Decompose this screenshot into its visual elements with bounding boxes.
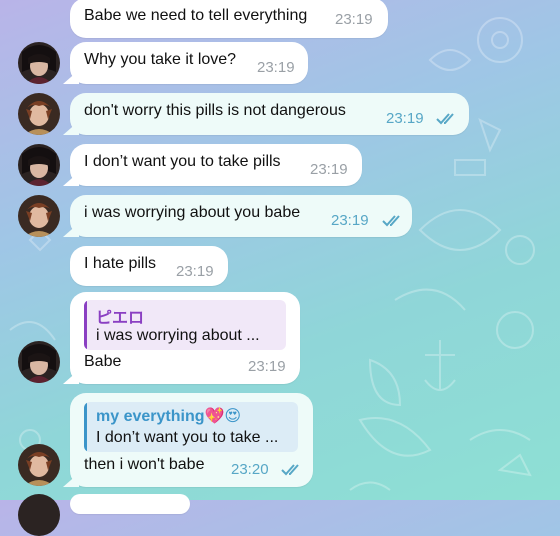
message-bubble[interactable]: I don’t want you to take pills 23:19 [70, 144, 362, 186]
reply-quote-text: i was worrying about ... [96, 327, 260, 344]
reply-quote-bar [84, 402, 87, 452]
avatar[interactable] [18, 341, 60, 383]
reply-quote-bar [84, 300, 87, 350]
message-bubble[interactable]: Why you take it love? 23:19 [70, 42, 308, 84]
message-time: 23:19 [248, 358, 286, 375]
message-text: Why you take it love? [84, 51, 237, 68]
message-text: I hate pills [84, 255, 157, 272]
reply-quote[interactable]: my everything💖😍 I don’t want you to take… [84, 402, 298, 452]
message-bubble[interactable]: i was worrying about you babe 23:19 [70, 195, 412, 237]
message-text: Babe [84, 353, 122, 370]
message-bubble[interactable]: don't worry this pills is not dangerous … [70, 93, 469, 135]
message-bubble[interactable]: Babe we need to tell everything 23:19 [70, 0, 388, 38]
message-bubble[interactable]: ピエロ i was worrying about ... Babe 23:19 [70, 292, 300, 384]
message-time: 23:19 [257, 59, 295, 76]
avatar[interactable] [18, 444, 60, 486]
avatar[interactable] [18, 93, 60, 135]
message-time: 23:19 [331, 212, 369, 229]
message-bubble[interactable]: I hate pills 23:19 [70, 246, 228, 286]
avatar[interactable] [18, 494, 60, 536]
message-text: don't worry this pills is not dangerous [84, 102, 346, 119]
message-time: 23:19 [310, 161, 348, 178]
double-check-icon [382, 215, 400, 227]
message-text: i was worrying about you babe [84, 204, 301, 221]
message-time: 23:19 [335, 11, 373, 28]
message-bubble[interactable] [70, 494, 190, 514]
reply-sender-name: my everything💖😍 [96, 408, 242, 425]
message-text: Babe we need to tell everything [84, 7, 308, 24]
message-text: I don’t want you to take pills [84, 153, 281, 170]
avatar[interactable] [18, 144, 60, 186]
avatar[interactable] [18, 42, 60, 84]
message-time: 23:19 [176, 263, 214, 280]
avatar[interactable] [18, 195, 60, 237]
message-time: 23:19 [386, 110, 424, 127]
message-bubble[interactable]: my everything💖😍 I don’t want you to take… [70, 393, 313, 487]
message-text: then i won't babe [84, 456, 205, 473]
double-check-icon [436, 113, 454, 125]
message-time: 23:20 [231, 461, 269, 478]
reply-quote[interactable]: ピエロ i was worrying about ... [84, 300, 286, 350]
reply-quote-text: I don’t want you to take ... [96, 429, 279, 446]
double-check-icon [281, 464, 299, 476]
reply-sender-name: ピエロ [96, 310, 145, 327]
